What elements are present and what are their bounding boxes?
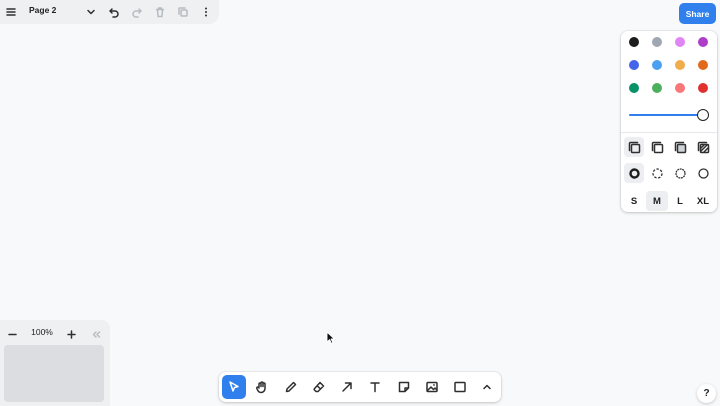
- rectangle-tool-button[interactable]: [448, 375, 472, 399]
- arrow-tool-button[interactable]: [335, 375, 359, 399]
- dash-solid-option[interactable]: [693, 163, 713, 183]
- pencil-icon: [285, 381, 297, 393]
- select-tool-button[interactable]: [222, 375, 246, 399]
- undo-button[interactable]: [104, 2, 124, 22]
- minimap[interactable]: [4, 345, 104, 402]
- color-swatch-violet[interactable]: [698, 37, 708, 47]
- zoom-in-button[interactable]: [61, 324, 81, 344]
- dash-draw-icon: [628, 167, 640, 179]
- chevron-down-icon: [87, 9, 95, 15]
- color-swatch-yellow[interactable]: [675, 60, 685, 70]
- hand-tool-button[interactable]: [250, 375, 274, 399]
- fill-pattern-icon: [697, 141, 709, 153]
- more-vertical-icon: [205, 7, 207, 17]
- dash-draw-option[interactable]: [624, 163, 644, 183]
- plus-icon: [66, 329, 76, 339]
- color-swatch-light-green[interactable]: [652, 83, 662, 93]
- text-tool-button[interactable]: [363, 375, 387, 399]
- navigation-panel: 100%: [0, 320, 110, 406]
- size-m-option[interactable]: M: [646, 191, 668, 211]
- minus-icon: [7, 333, 17, 335]
- hand-icon: [256, 381, 266, 394]
- dash-dashed-icon: [651, 167, 663, 179]
- tool-toolbar: [219, 372, 501, 402]
- color-swatch-light-violet[interactable]: [675, 37, 685, 47]
- color-swatch-grey[interactable]: [652, 37, 662, 47]
- opacity-slider-thumb[interactable]: [697, 109, 709, 121]
- eraser-tool-button[interactable]: [307, 375, 331, 399]
- dash-dotted-icon: [674, 167, 686, 179]
- help-button[interactable]: ?: [697, 384, 716, 403]
- size-s-option[interactable]: S: [623, 191, 645, 211]
- fill-none-icon: [628, 141, 640, 153]
- note-tool-button[interactable]: [392, 375, 416, 399]
- color-swatch-light-red[interactable]: [675, 83, 685, 93]
- hamburger-icon: [6, 8, 16, 16]
- duplicate-button[interactable]: [173, 2, 193, 22]
- color-swatch-blue[interactable]: [629, 60, 639, 70]
- cursor-icon: [326, 331, 335, 344]
- eraser-icon: [313, 381, 325, 393]
- fill-pattern-option[interactable]: [693, 137, 713, 157]
- style-panel: S M L XL: [621, 31, 717, 212]
- dash-solid-icon: [697, 167, 709, 179]
- zoom-out-button[interactable]: [2, 324, 22, 344]
- chevrons-left-icon: [92, 330, 100, 338]
- main-menu-button[interactable]: [1, 2, 21, 22]
- fill-solid-option[interactable]: [670, 137, 690, 157]
- more-button[interactable]: [196, 2, 216, 22]
- image-tool-button[interactable]: [420, 375, 444, 399]
- size-l-option[interactable]: L: [669, 191, 691, 211]
- trash-icon: [155, 7, 165, 18]
- redo-icon: [132, 8, 142, 18]
- color-swatch-green[interactable]: [629, 83, 639, 93]
- page-name[interactable]: Page 2: [29, 5, 56, 15]
- fill-semi-icon: [651, 141, 663, 153]
- delete-button[interactable]: [150, 2, 170, 22]
- image-icon: [426, 381, 438, 393]
- color-swatch-black[interactable]: [629, 37, 639, 47]
- mouse-cursor: [326, 331, 335, 344]
- text-icon: [370, 382, 380, 393]
- chevron-up-icon: [483, 384, 491, 390]
- redo-button[interactable]: [127, 2, 147, 22]
- color-swatch-red[interactable]: [698, 83, 708, 93]
- size-xl-option[interactable]: XL: [692, 191, 714, 211]
- fill-solid-icon: [674, 141, 686, 153]
- share-button[interactable]: Share: [679, 3, 716, 24]
- toggle-minimap-button[interactable]: [86, 324, 106, 344]
- pointer-icon: [229, 381, 239, 392]
- dash-dashed-option[interactable]: [647, 163, 667, 183]
- menu-bar: Page 2: [0, 0, 219, 24]
- arrow-icon: [342, 382, 352, 392]
- color-swatch-light-blue[interactable]: [652, 60, 662, 70]
- divider: [621, 132, 717, 133]
- zoom-level[interactable]: 100%: [26, 327, 58, 337]
- duplicate-icon: [178, 7, 188, 17]
- opacity-slider-track[interactable]: [629, 114, 703, 116]
- fill-none-option[interactable]: [624, 137, 644, 157]
- page-menu-button[interactable]: [81, 2, 101, 22]
- more-tools-button[interactable]: [475, 375, 499, 399]
- rectangle-icon: [454, 381, 466, 393]
- draw-tool-button[interactable]: [279, 375, 303, 399]
- sticky-note-icon: [398, 381, 410, 393]
- dash-dotted-option[interactable]: [670, 163, 690, 183]
- undo-icon: [109, 8, 119, 18]
- fill-semi-option[interactable]: [647, 137, 667, 157]
- color-swatch-orange[interactable]: [698, 60, 708, 70]
